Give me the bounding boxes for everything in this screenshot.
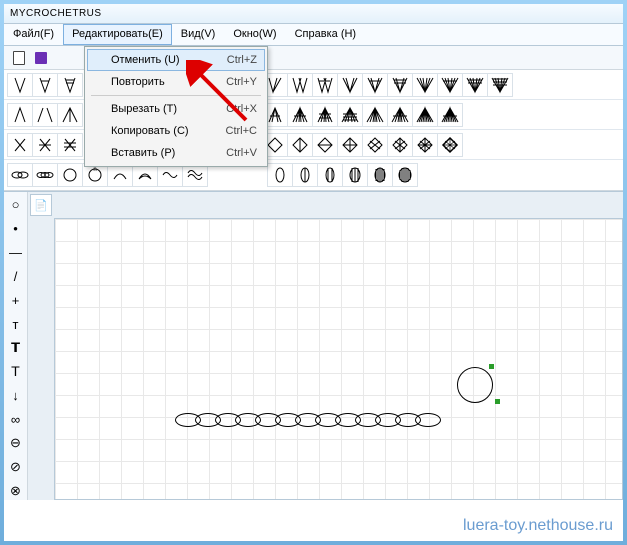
watermark: luera-toy.nethouse.ru bbox=[463, 517, 613, 535]
sym-x2[interactable] bbox=[32, 133, 58, 157]
workspace: ○ • — / + т 𝗧 𝖳̄ ↓ ∞ ⊖ ⊘ ⊗ 📄 bbox=[4, 191, 623, 500]
side-tool-6[interactable]: 𝗧 bbox=[7, 339, 25, 357]
side-tool-11[interactable]: ⊘ bbox=[7, 458, 25, 476]
sym-diamond7[interactable] bbox=[412, 133, 438, 157]
side-tool-1[interactable]: • bbox=[7, 220, 25, 238]
sym-v1[interactable] bbox=[7, 73, 33, 97]
sym-a1[interactable] bbox=[7, 103, 33, 127]
sym-diamond4[interactable] bbox=[337, 133, 363, 157]
side-tool-0[interactable]: ○ bbox=[7, 196, 25, 214]
sym-bobble4[interactable] bbox=[342, 163, 368, 187]
sym-bobble1[interactable] bbox=[267, 163, 293, 187]
sym-fan4[interactable] bbox=[337, 103, 363, 127]
side-tool-2[interactable]: — bbox=[7, 244, 25, 262]
sym-fan2[interactable] bbox=[287, 103, 313, 127]
sym-bobble5[interactable] bbox=[367, 163, 393, 187]
menu-undo[interactable]: Отменить (U) Ctrl+Z bbox=[87, 49, 265, 71]
sym-vv2[interactable] bbox=[287, 73, 313, 97]
sym-fan3[interactable] bbox=[312, 103, 338, 127]
menu-copy-label: Копировать (C) bbox=[111, 125, 189, 137]
title-bar: MYCROCHETRUS bbox=[4, 4, 623, 24]
menu-bar: Файл(F) Редактировать(E) Вид(V) Окно(W) … bbox=[4, 24, 623, 46]
new-file-icon bbox=[13, 51, 25, 65]
sym-vv3[interactable] bbox=[312, 73, 338, 97]
sym-vv7[interactable] bbox=[412, 73, 438, 97]
menu-redo[interactable]: Повторить Ctrl+Y bbox=[87, 71, 265, 93]
side-tool-10[interactable]: ⊖ bbox=[7, 434, 25, 452]
new-button[interactable] bbox=[10, 49, 28, 67]
side-tool-12[interactable]: ⊗ bbox=[7, 482, 25, 500]
menu-redo-shortcut: Ctrl+Y bbox=[226, 76, 257, 88]
sym-bobble6[interactable] bbox=[392, 163, 418, 187]
side-toolbar: ○ • — / + т 𝗧 𝖳̄ ↓ ∞ ⊖ ⊘ ⊗ bbox=[4, 192, 28, 500]
sym-vv4[interactable] bbox=[337, 73, 363, 97]
menu-undo-label: Отменить (U) bbox=[111, 54, 180, 66]
sym-vv8[interactable] bbox=[437, 73, 463, 97]
menu-edit[interactable]: Редактировать(E) bbox=[63, 24, 172, 45]
side-tool-9[interactable]: ∞ bbox=[7, 411, 25, 429]
side-tool-7[interactable]: 𝖳̄ bbox=[7, 363, 25, 381]
sym-x3[interactable] bbox=[57, 133, 83, 157]
menu-undo-shortcut: Ctrl+Z bbox=[227, 54, 257, 66]
sym-v3[interactable] bbox=[57, 73, 83, 97]
menu-file[interactable]: Файл(F) bbox=[4, 24, 63, 45]
sym-vv10[interactable] bbox=[487, 73, 513, 97]
menu-copy[interactable]: Копировать (C) Ctrl+C bbox=[87, 120, 265, 142]
menu-copy-shortcut: Ctrl+C bbox=[226, 125, 257, 137]
side-tool-5[interactable]: т bbox=[7, 315, 25, 333]
sym-fan8[interactable] bbox=[437, 103, 463, 127]
menu-view[interactable]: Вид(V) bbox=[172, 24, 225, 45]
sym-chain2[interactable] bbox=[32, 163, 58, 187]
menu-separator bbox=[91, 95, 261, 96]
sym-x1[interactable] bbox=[7, 133, 33, 157]
side-tool-4[interactable]: + bbox=[7, 291, 25, 309]
app-title: MYCROCHETRUS bbox=[10, 8, 102, 19]
sym-diamond5[interactable] bbox=[362, 133, 388, 157]
selection-handle[interactable] bbox=[489, 364, 494, 369]
drawn-ring[interactable] bbox=[457, 367, 493, 403]
menu-cut-label: Вырезать (T) bbox=[111, 103, 177, 115]
sym-diamond2[interactable] bbox=[287, 133, 313, 157]
canvas-wrap: 📄 bbox=[28, 192, 623, 500]
sym-diamond6[interactable] bbox=[387, 133, 413, 157]
side-tool-8[interactable]: ↓ bbox=[7, 387, 25, 405]
sym-v2[interactable] bbox=[32, 73, 58, 97]
sym-a3[interactable] bbox=[57, 103, 83, 127]
sym-diamond8[interactable] bbox=[437, 133, 463, 157]
canvas[interactable] bbox=[54, 218, 623, 500]
sym-fan7[interactable] bbox=[412, 103, 438, 127]
menu-paste-shortcut: Ctrl+V bbox=[226, 147, 257, 159]
sym-vv6[interactable] bbox=[387, 73, 413, 97]
side-tool-3[interactable]: / bbox=[7, 268, 25, 286]
menu-window[interactable]: Окно(W) bbox=[224, 24, 285, 45]
save-button[interactable] bbox=[32, 49, 50, 67]
sym-diamond3[interactable] bbox=[312, 133, 338, 157]
sym-vv5[interactable] bbox=[362, 73, 388, 97]
selection-handle[interactable] bbox=[495, 399, 500, 404]
menu-paste-label: Вставить (P) bbox=[111, 147, 175, 159]
menu-paste[interactable]: Вставить (P) Ctrl+V bbox=[87, 142, 265, 164]
save-icon bbox=[35, 52, 47, 64]
menu-help[interactable]: Справка (H) bbox=[286, 24, 365, 45]
sym-chain[interactable] bbox=[7, 163, 33, 187]
edit-dropdown: Отменить (U) Ctrl+Z Повторить Ctrl+Y Выр… bbox=[84, 46, 268, 167]
sym-vv9[interactable] bbox=[462, 73, 488, 97]
menu-cut-shortcut: Ctrl+X bbox=[226, 103, 257, 115]
menu-cut[interactable]: Вырезать (T) Ctrl+X bbox=[87, 98, 265, 120]
drawn-chain[interactable] bbox=[175, 413, 441, 427]
sym-ring[interactable] bbox=[57, 163, 83, 187]
sym-fan5[interactable] bbox=[362, 103, 388, 127]
sym-bobble3[interactable] bbox=[317, 163, 343, 187]
menu-redo-label: Повторить bbox=[111, 76, 165, 88]
sym-bobble2[interactable] bbox=[292, 163, 318, 187]
sym-a2[interactable] bbox=[32, 103, 58, 127]
sym-fan6[interactable] bbox=[387, 103, 413, 127]
svg-text:n: n bbox=[93, 167, 96, 173]
canvas-doc-icon[interactable]: 📄 bbox=[30, 194, 52, 216]
